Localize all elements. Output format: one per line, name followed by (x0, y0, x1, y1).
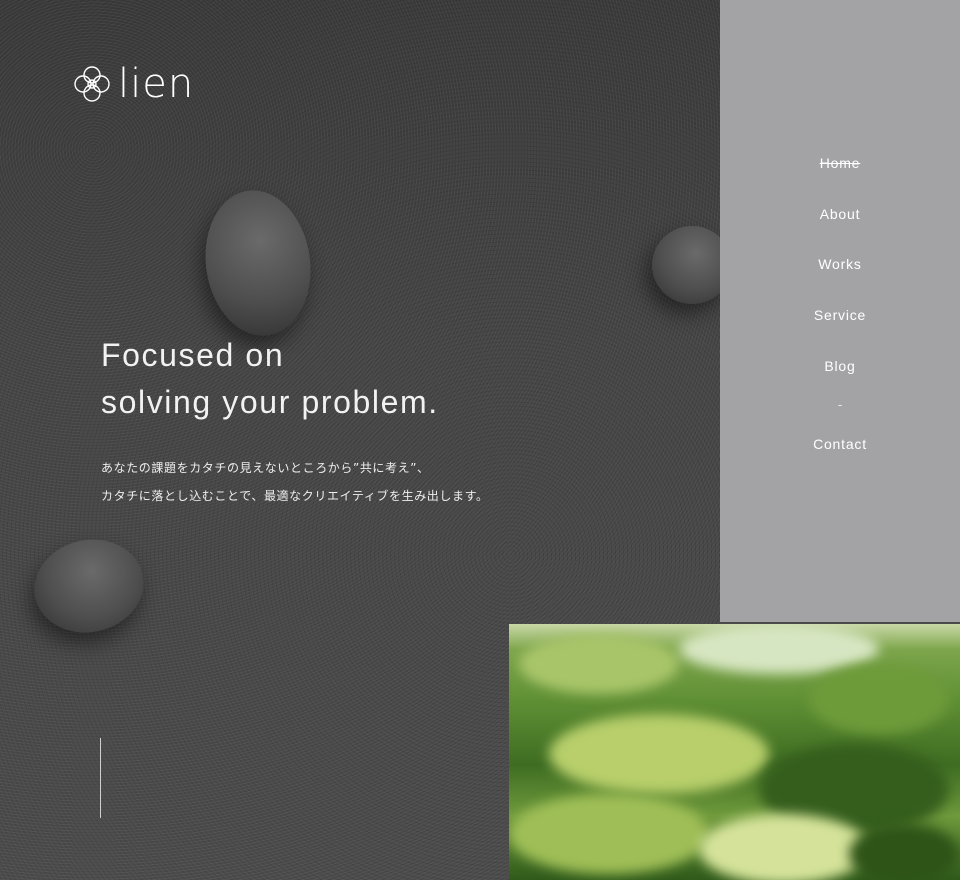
nav-item-service[interactable]: Service (720, 307, 960, 323)
hero-lead: あなたの課題をカタチの見えないところから”共に考え”、 カタチに落とし込むことで… (101, 454, 489, 510)
nav-item-blog[interactable]: Blog (720, 358, 960, 374)
knot-icon (74, 66, 110, 102)
nav-item-contact[interactable]: Contact (720, 436, 960, 452)
hero-headline: Focused on solving your problem. (101, 332, 439, 426)
global-nav: Home About Works Service Blog - Contact (720, 0, 960, 622)
greenery-photo (509, 624, 960, 880)
nav-item-works[interactable]: Works (720, 256, 960, 272)
lead-line-2: カタチに落とし込むことで、最適なクリエイティブを生み出します。 (101, 489, 489, 503)
nav-separator: - (837, 398, 843, 412)
headline-line-2: solving your problem. (101, 384, 439, 420)
nav-item-about[interactable]: About (720, 206, 960, 222)
logo-link[interactable]: lien (72, 62, 194, 106)
scroll-indicator (100, 738, 101, 818)
lead-line-1: あなたの課題をカタチの見えないところから”共に考え”、 (101, 461, 430, 475)
headline-line-1: Focused on (101, 337, 285, 373)
brand-name: lien (118, 61, 195, 107)
nav-item-home[interactable]: Home (720, 155, 960, 171)
